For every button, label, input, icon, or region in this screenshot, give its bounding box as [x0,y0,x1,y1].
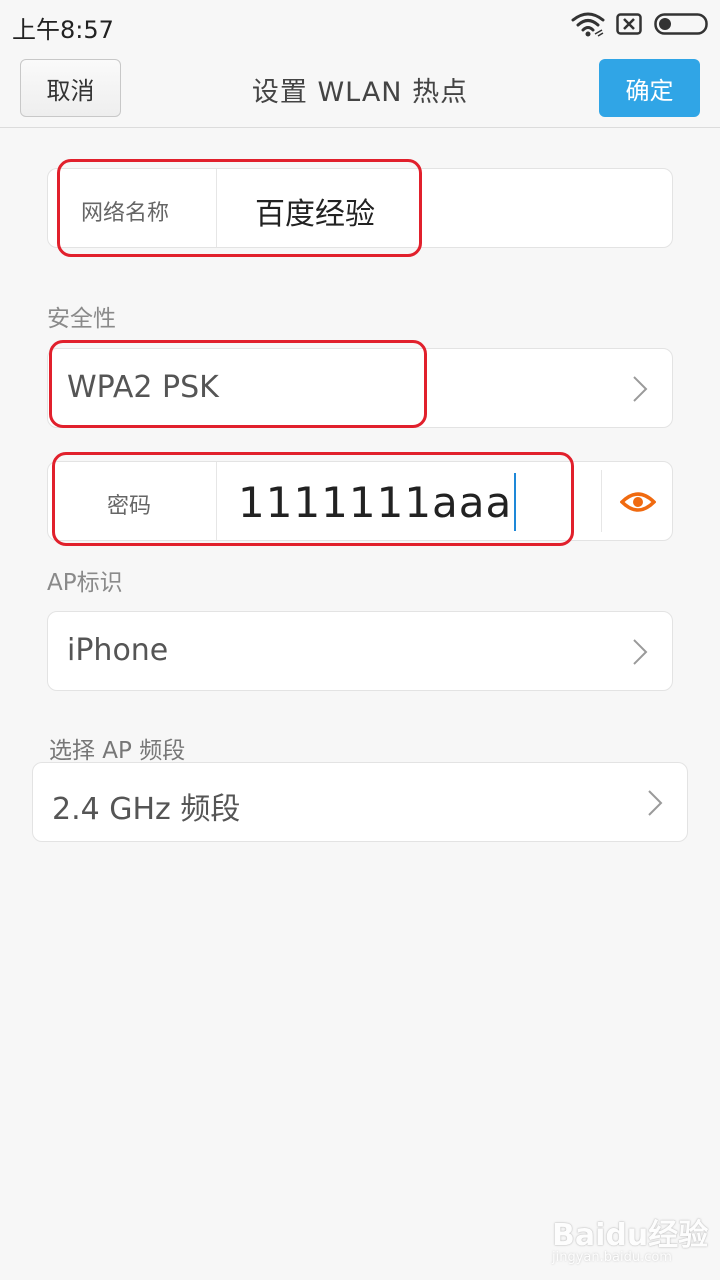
band-section-label: 选择 AP 频段 [49,738,186,764]
chevron-right-icon [633,639,648,665]
status-bar: 上午8:57 [0,0,720,50]
security-select[interactable]: WPA2 PSK [47,348,673,428]
page-title: 设置 WLAN 热点 [251,77,469,108]
ap-id-select[interactable]: iPhone [47,611,673,691]
cancel-button[interactable]: 取消 [20,59,121,117]
security-value: WPA2 PSK [67,370,219,405]
security-section-label: 安全性 [47,306,116,332]
eye-icon[interactable] [620,490,656,514]
text-caret [514,473,517,531]
chevron-right-icon [633,376,648,402]
divider [216,462,217,540]
network-name-row: 网络名称 百度经验 [47,168,673,248]
password-label: 密码 [107,494,152,519]
password-value: 1111111aaa [238,477,513,527]
watermark-url: jingyan.baidu.com [552,1250,672,1265]
ap-id-section-label: AP标识 [47,570,123,596]
chevron-right-icon [648,790,663,816]
battery-icon [654,13,708,35]
baidu-watermark: Baidu经验 jingyan.baidu.com [552,1210,712,1270]
title-bar: 取消 设置 WLAN 热点 确定 [0,50,720,128]
divider [601,470,602,532]
network-name-input[interactable]: 百度经验 [255,189,375,233]
password-row: 密码 1111111aaa [47,461,673,541]
confirm-button[interactable]: 确定 [599,59,700,117]
password-input[interactable]: 1111111aaa [238,470,517,534]
wifi-icon [571,12,605,37]
sim-icon [616,13,642,35]
band-select[interactable]: 2.4 GHz 频段 [32,762,688,842]
ap-id-value: iPhone [67,633,169,668]
divider [216,169,217,247]
network-name-label: 网络名称 [81,201,170,226]
status-time: 上午8:57 [12,16,114,44]
band-value: 2.4 GHz 频段 [52,792,241,827]
watermark-logo: Baidu经验 [552,1218,709,1253]
